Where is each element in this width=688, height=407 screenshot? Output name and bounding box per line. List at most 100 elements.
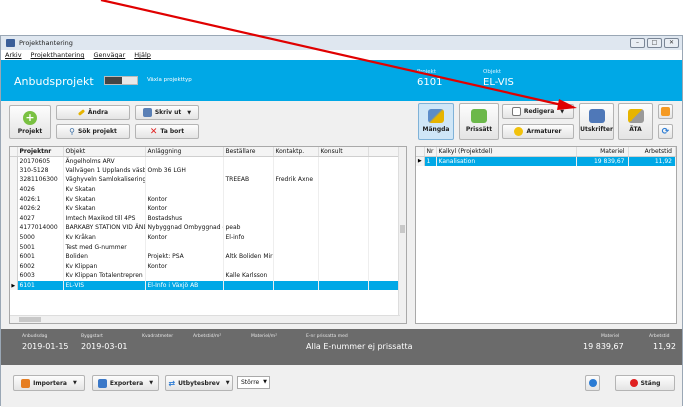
- redigera-button[interactable]: Redigera ▼: [502, 104, 574, 119]
- col-kalkyl[interactable]: Kalkyl (Projektdel): [436, 147, 577, 157]
- delete-button[interactable]: ✕ Ta bort: [135, 124, 199, 139]
- table-cell: El-Info i Växjö AB: [145, 280, 224, 291]
- size-select[interactable]: Större ▼: [237, 376, 270, 389]
- lightbulb-icon: [514, 127, 524, 136]
- col-materiel[interactable]: Materiel: [576, 147, 629, 157]
- table-row[interactable]: 4026:2 Kv Skatan Kontor: [10, 203, 406, 214]
- table-row[interactable]: ▶ 6101 EL-VIS El-Info i Växjö AB: [10, 280, 406, 291]
- menu-projekthantering[interactable]: Projekthantering: [31, 50, 85, 60]
- close-button[interactable]: ✕: [664, 38, 679, 48]
- materiel-value: 19 839,67: [583, 342, 624, 351]
- table-row[interactable]: 4026:1 Kv Skatan Kontor: [10, 194, 406, 204]
- col-projektnr[interactable]: Projektnr: [17, 147, 64, 157]
- col-anlaggning[interactable]: Anläggning: [145, 147, 224, 157]
- table-cell: Kv Skatan: [63, 184, 146, 195]
- col-nr[interactable]: Nr: [424, 147, 437, 157]
- row-header: [10, 271, 18, 281]
- menu-hjalp[interactable]: Hjälp: [134, 50, 151, 60]
- projects-hscrollbar[interactable]: [10, 315, 400, 323]
- table-row[interactable]: 4177014000 BARKABY STATION VID ÄNDH Nybygg…: [10, 223, 406, 233]
- table-cell: [273, 280, 319, 291]
- arbetstid-m2-label: Arbetstid/m²: [193, 334, 222, 339]
- col-bestallare[interactable]: Beställare: [223, 147, 274, 157]
- table-cell: Kontor: [145, 261, 224, 272]
- ata-button[interactable]: ÄTA: [618, 103, 653, 140]
- table-row[interactable]: 5001 Test med G-nummer: [10, 242, 406, 252]
- col-objekt[interactable]: Objekt: [63, 147, 146, 157]
- enr-label: E-nr prissatta med: [306, 334, 348, 339]
- app-window: Projekthantering – □ ✕ Arkiv Projekthant…: [0, 35, 683, 407]
- table-cell: [223, 156, 274, 166]
- table-cell: [318, 251, 369, 262]
- edit-button[interactable]: Ändra: [56, 105, 130, 120]
- help-icon: [588, 379, 597, 387]
- table-cell: [273, 194, 319, 204]
- maximize-button[interactable]: □: [647, 38, 662, 48]
- table-row[interactable]: 6003 Kv Klippan Totalentrepren Kalle Karls…: [10, 271, 406, 281]
- table-cell: Kv Skatan: [63, 203, 146, 214]
- table-cell: Projekt: PSA: [145, 251, 224, 262]
- notes-button[interactable]: [658, 104, 673, 119]
- table-cell: [273, 156, 319, 166]
- project-type-toggle[interactable]: [104, 76, 138, 85]
- table-cell: Kontor: [145, 194, 224, 204]
- help-button[interactable]: [585, 375, 600, 391]
- table-cell: El-info: [223, 232, 274, 243]
- table-cell: [223, 280, 274, 291]
- import-button[interactable]: Importera ▼: [13, 375, 85, 391]
- new-project-button[interactable]: + Projekt: [9, 105, 51, 139]
- projects-grid[interactable]: Projektnr Objekt Anläggning Beställare K…: [9, 146, 407, 324]
- row-header: [10, 203, 18, 214]
- close-app-button[interactable]: Stäng: [615, 375, 675, 391]
- table-cell: [318, 223, 369, 233]
- table-row[interactable]: 6002 Kv Klippan Kontor: [10, 261, 406, 272]
- minimize-button[interactable]: –: [630, 38, 645, 48]
- table-cell: 3281106300: [17, 175, 64, 185]
- col-konsult[interactable]: Konsult: [318, 147, 369, 157]
- col-arbetstid[interactable]: Arbetstid: [628, 147, 676, 157]
- table-cell: [273, 232, 319, 243]
- row-pointer-icon: ▶: [10, 280, 18, 291]
- print-button[interactable]: Skriv ut ▼: [135, 105, 199, 120]
- table-row[interactable]: 4026 Kv Skatan: [10, 184, 406, 195]
- mangda-button[interactable]: Mängda: [418, 103, 454, 140]
- table-cell: [318, 280, 369, 291]
- table-cell: [223, 184, 274, 195]
- export-button[interactable]: Exportera ▼: [92, 375, 159, 391]
- armaturer-button[interactable]: Armaturer: [502, 124, 574, 139]
- materiel-label: Materiel: [601, 334, 620, 339]
- utbytesbrev-button[interactable]: ⇄ Utbytesbrev ▼: [165, 375, 233, 391]
- table-cell: [273, 271, 319, 281]
- import-icon: [21, 378, 31, 388]
- arbetstid-label: Arbetstid: [649, 334, 670, 339]
- search-project-button[interactable]: ⚲ Sök projekt: [56, 124, 130, 139]
- anbudsdag-value: 2019-01-15: [22, 342, 69, 351]
- table-cell: [318, 156, 369, 166]
- utskrifter-button[interactable]: Utskrifter: [579, 103, 614, 140]
- table-row[interactable]: 20170605 Ängelholms ARV: [10, 156, 406, 166]
- table-cell: Kv Kråkan: [63, 232, 146, 243]
- table-row[interactable]: 3281106300 Väghyveln Samlokalisering TREEA…: [10, 175, 406, 185]
- table-row[interactable]: 5000 Kv Kråkan Kontor El-info: [10, 232, 406, 243]
- close-icon: [629, 379, 638, 387]
- summary-bar: Anbudsdag 2019-01-15 Byggstart 2019-03-0…: [1, 329, 682, 365]
- table-row[interactable]: ▶ 1 Kanalisation 19 839,67 11,92: [416, 156, 676, 166]
- menu-genvagar[interactable]: Genvägar: [93, 50, 125, 60]
- projects-vscrollbar[interactable]: [398, 147, 406, 323]
- calculation-grid[interactable]: Nr Kalkyl (Projektdel) Materiel Arbetsti…: [415, 146, 677, 324]
- refresh-button[interactable]: ⟳: [658, 124, 673, 139]
- row-header: [10, 251, 18, 262]
- search-icon: ⚲: [69, 127, 75, 136]
- table-row[interactable]: 6001 Boliden Projekt: PSA Altk Boliden Mir: [10, 251, 406, 262]
- table-cell: Kv Klippan: [63, 261, 146, 272]
- anbudsdag-label: Anbudsdag: [22, 334, 48, 339]
- prissatt-button[interactable]: Prissätt: [459, 103, 499, 140]
- col-kontaktp[interactable]: Kontaktp.: [273, 147, 319, 157]
- table-cell: Kv Skatan: [63, 194, 146, 204]
- menu-arkiv[interactable]: Arkiv: [5, 50, 22, 60]
- table-row[interactable]: 310-5128 Vallvägen 1 Upplands väsb Omb 36 …: [10, 165, 406, 176]
- table-row[interactable]: 4027 Imtech Maxikod till 4PS Bostadshus: [10, 213, 406, 224]
- table-cell: 6001: [17, 251, 64, 262]
- printer-icon: [588, 109, 605, 123]
- table-cell: [223, 213, 274, 224]
